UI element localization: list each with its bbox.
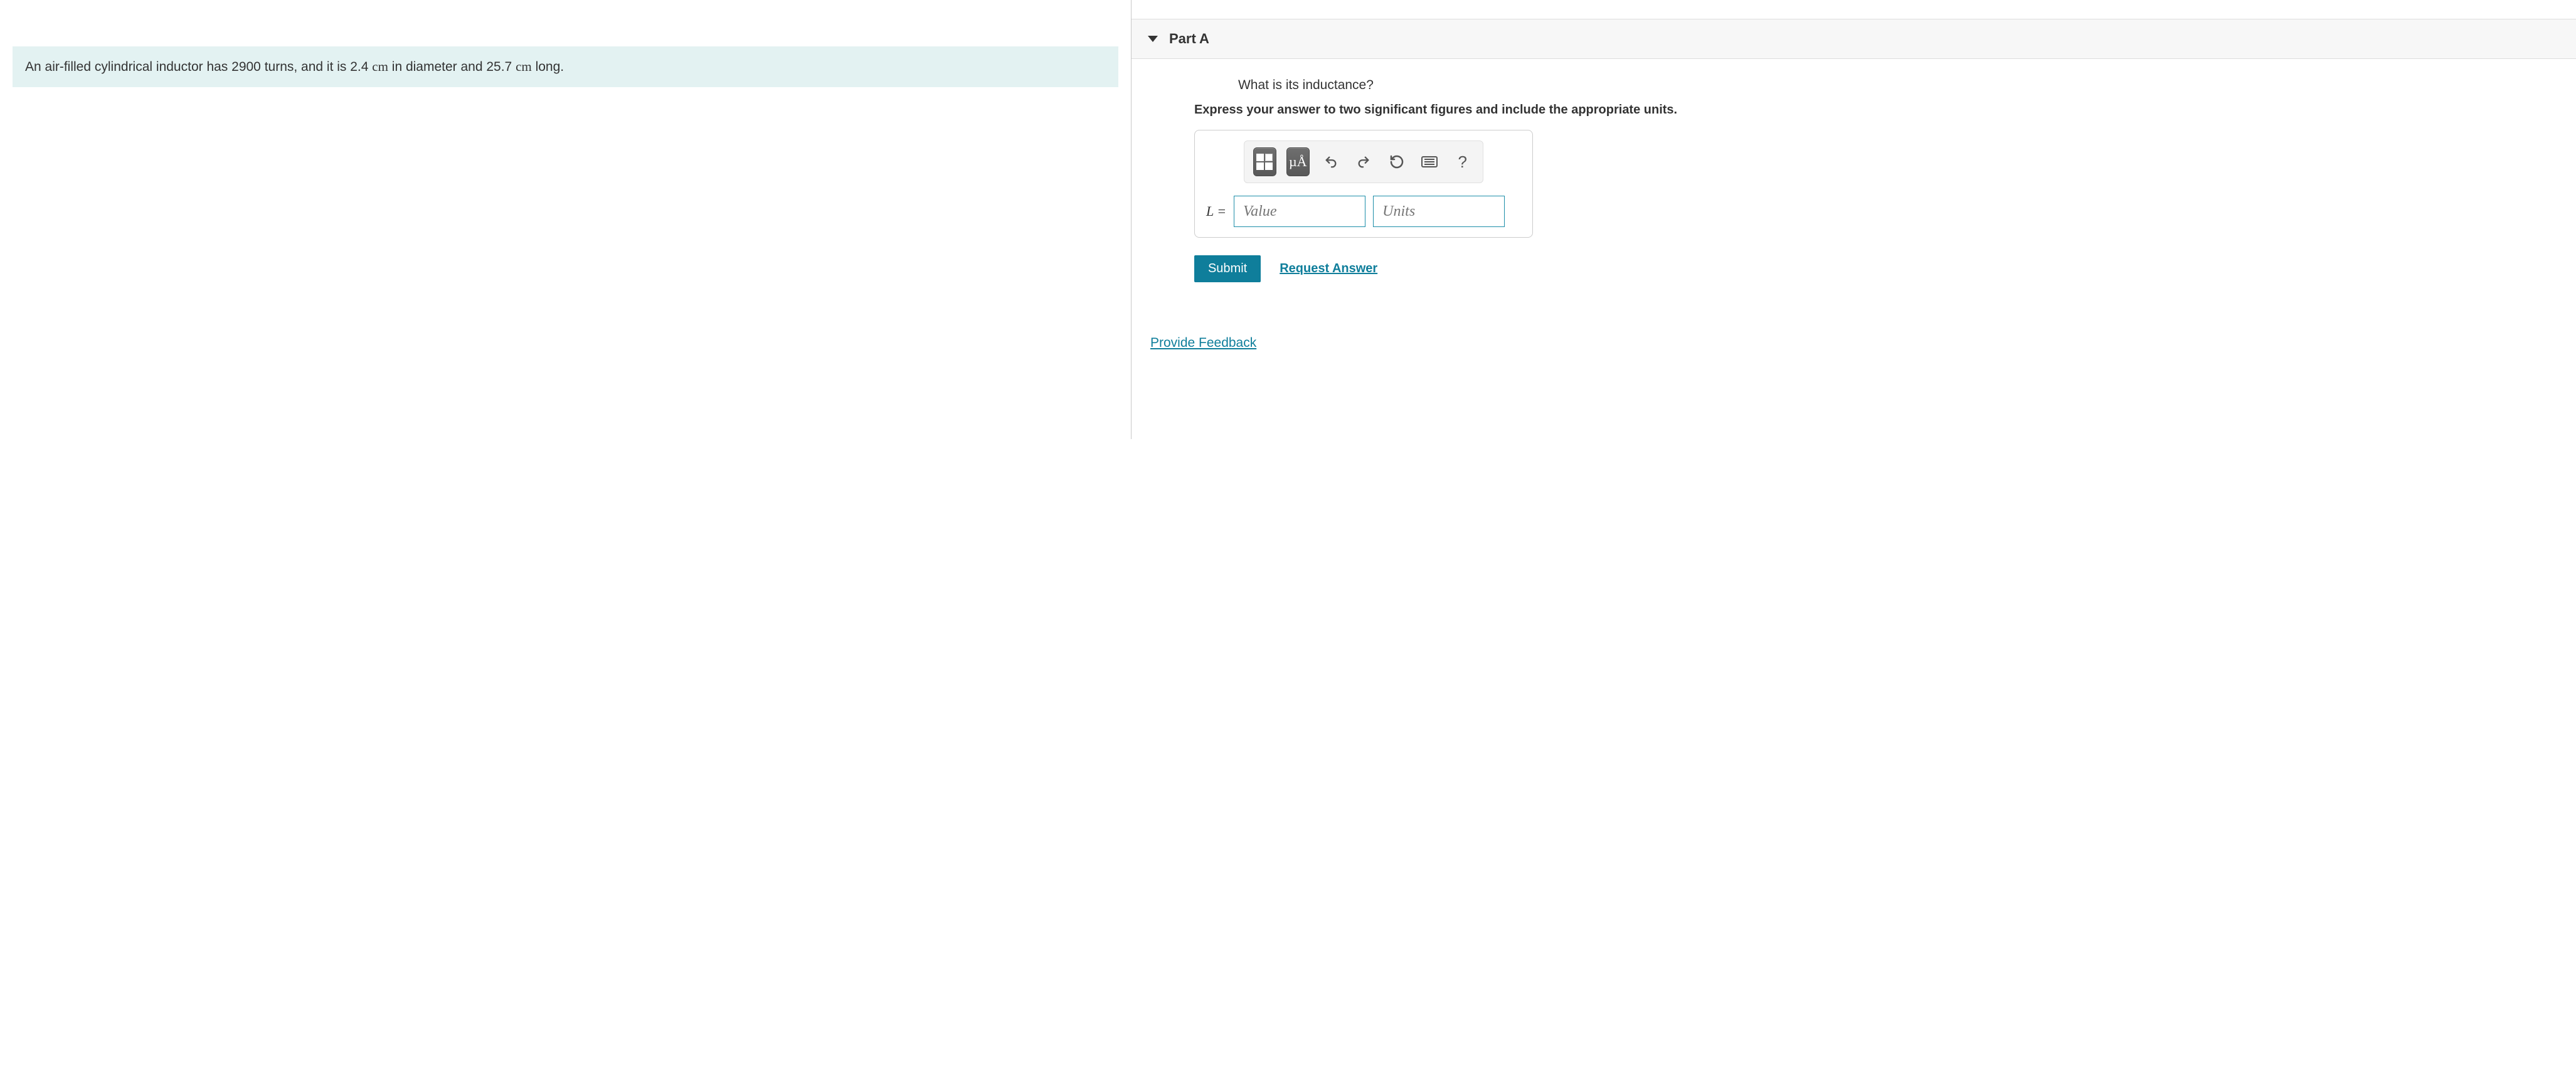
- units-input[interactable]: [1373, 196, 1505, 227]
- input-row: L =: [1206, 196, 1521, 227]
- left-pane: An air-filled cylindrical inductor has 2…: [0, 0, 1131, 439]
- keyboard-icon: [1421, 156, 1438, 167]
- undo-icon: [1324, 155, 1338, 169]
- equation-toolbar: µÅ ?: [1244, 140, 1483, 183]
- redo-button[interactable]: [1352, 147, 1375, 176]
- submit-button[interactable]: Submit: [1194, 255, 1261, 282]
- instruction-text: Express your answer to two significant f…: [1194, 103, 2557, 117]
- problem-unit-1: cm: [372, 59, 388, 74]
- part-title: Part A: [1169, 31, 1209, 47]
- button-row: Submit Request Answer: [1194, 255, 2557, 282]
- problem-text-mid: in diameter and 25.7: [388, 60, 516, 74]
- help-button[interactable]: ?: [1451, 147, 1474, 176]
- request-answer-link[interactable]: Request Answer: [1280, 262, 1377, 276]
- answer-box: µÅ ? L =: [1194, 130, 1533, 238]
- problem-text-prefix: An air-filled cylindrical inductor has 2…: [25, 60, 372, 74]
- part-header[interactable]: Part A: [1132, 19, 2576, 59]
- question-text: What is its inductance?: [1238, 78, 2557, 93]
- main-layout: An air-filled cylindrical inductor has 2…: [0, 0, 2576, 439]
- variable-label: L =: [1206, 203, 1226, 220]
- reset-icon: [1389, 154, 1404, 169]
- part-content: What is its inductance? Express your ans…: [1132, 59, 2576, 301]
- symbols-button[interactable]: µÅ: [1286, 147, 1310, 176]
- templates-icon: [1256, 154, 1273, 170]
- provide-feedback-link[interactable]: Provide Feedback: [1150, 336, 1256, 351]
- templates-button[interactable]: [1253, 147, 1276, 176]
- problem-text-suffix: long.: [532, 60, 564, 74]
- chevron-down-icon: [1148, 36, 1158, 42]
- problem-unit-2: cm: [516, 59, 532, 74]
- reset-button[interactable]: [1386, 147, 1408, 176]
- problem-statement: An air-filled cylindrical inductor has 2…: [13, 46, 1118, 87]
- keyboard-button[interactable]: [1418, 147, 1441, 176]
- redo-icon: [1357, 155, 1370, 169]
- right-pane: Part A What is its inductance? Express y…: [1132, 0, 2576, 439]
- undo-button[interactable]: [1320, 147, 1342, 176]
- value-input[interactable]: [1234, 196, 1365, 227]
